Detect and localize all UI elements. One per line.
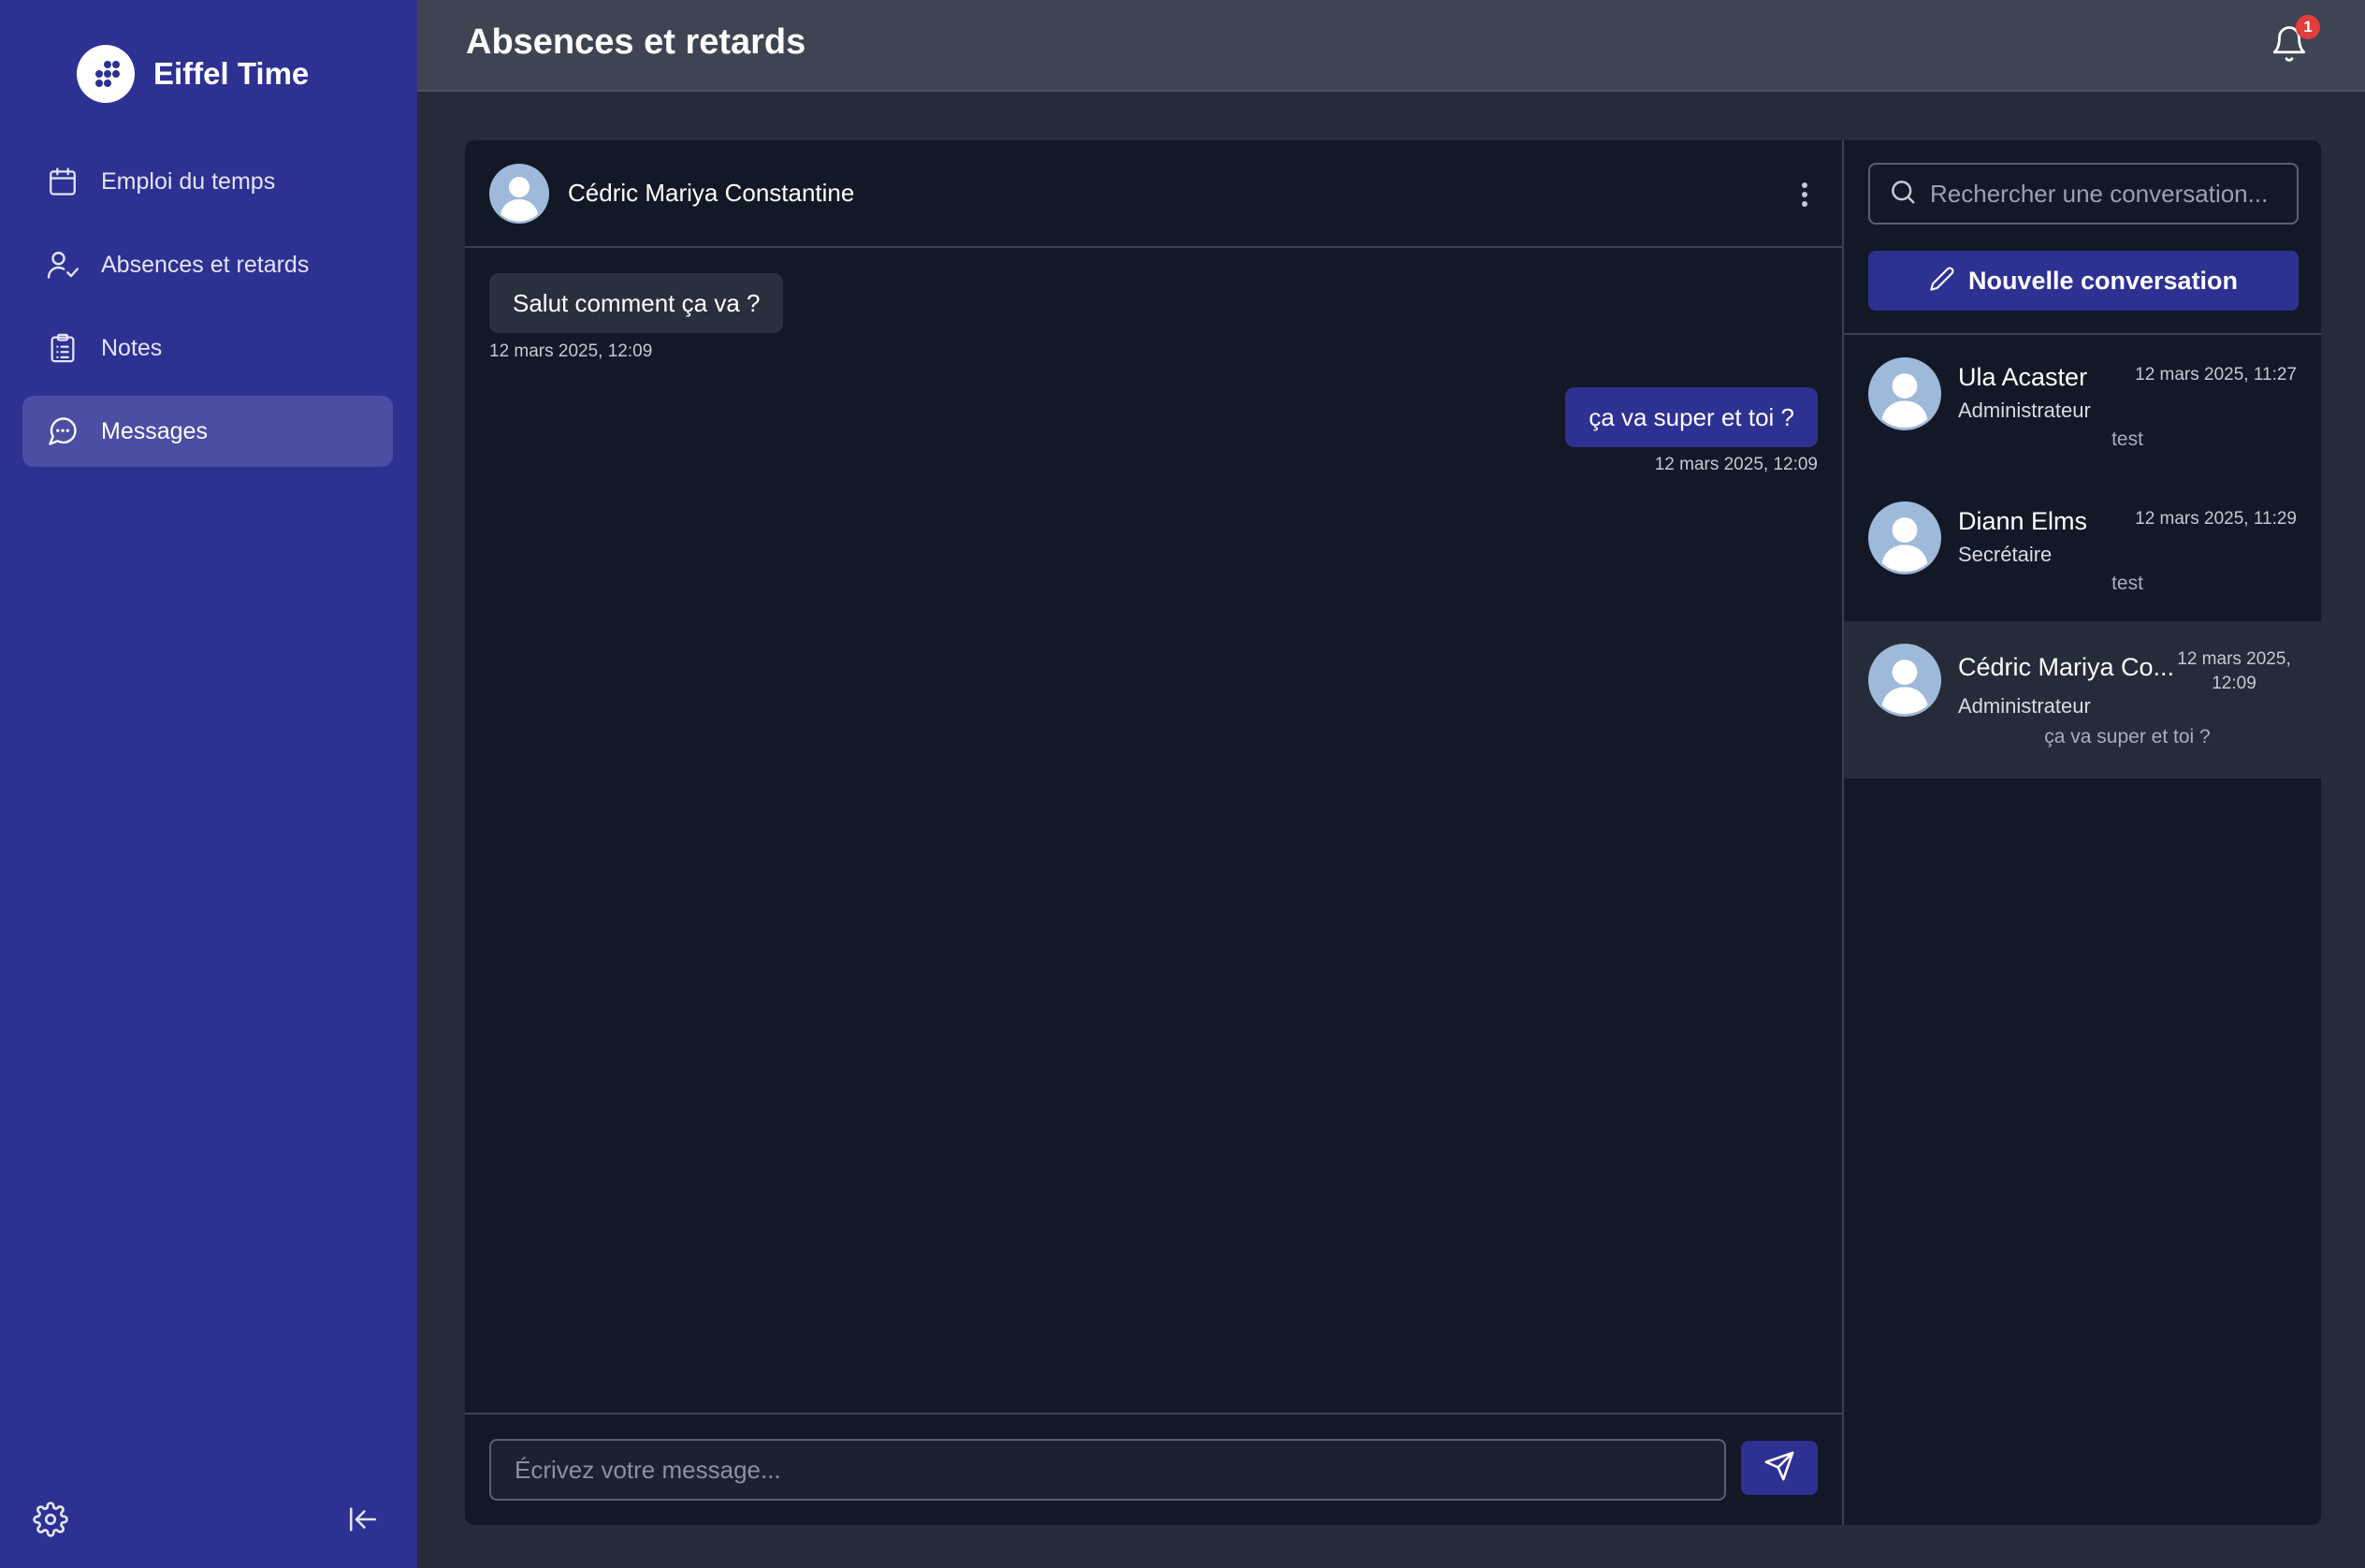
chat-contact-name: Cédric Mariya Constantine bbox=[568, 179, 855, 207]
top-header: Absences et retards 1 bbox=[417, 0, 2365, 92]
sidebar-item-label: Emploi du temps bbox=[101, 167, 276, 195]
brand-name: Eiffel Time bbox=[153, 56, 310, 91]
conversation-preview: test bbox=[2111, 428, 2143, 450]
sidebar: Eiffel Time Emploi du temps Absences et … bbox=[0, 0, 417, 1568]
conversation-time-hour: 12:09 bbox=[2212, 674, 2256, 693]
conversation-item[interactable]: Ula Acaster Administrateur 12 mars 2025,… bbox=[1844, 335, 2321, 486]
conversation-name: Cédric Mariya Co... bbox=[1958, 653, 2175, 681]
conversation-role: Administrateur bbox=[1958, 399, 2091, 422]
search-box[interactable] bbox=[1868, 163, 2299, 225]
conversation-role: Secrétaire bbox=[1958, 543, 2053, 566]
avatar bbox=[1868, 501, 1941, 574]
conversation-item[interactable]: Diann Elms Secrétaire 12 mars 2025, 11:2… bbox=[1844, 479, 2321, 631]
sidebar-item-messages[interactable]: Messages bbox=[22, 396, 393, 467]
message-bubble-incoming: Salut comment ça va ? bbox=[489, 273, 784, 333]
new-conversation-button[interactable]: Nouvelle conversation bbox=[1868, 251, 2299, 311]
notification-badge: 1 bbox=[2296, 15, 2320, 39]
message-timestamp: 12 mars 2025, 12:09 bbox=[489, 341, 653, 361]
sidebar-item-label: Absences et retards bbox=[101, 251, 310, 278]
collapse-sidebar-icon[interactable] bbox=[342, 1501, 384, 1538]
calendar-icon bbox=[45, 164, 80, 199]
chat-header: Cédric Mariya Constantine bbox=[465, 140, 1842, 248]
conversation-role: Administrateur bbox=[1958, 694, 2091, 718]
page-title: Absences et retards bbox=[466, 22, 806, 62]
sidebar-item-label: Notes bbox=[101, 334, 163, 361]
brand[interactable]: Eiffel Time bbox=[77, 45, 309, 103]
search-icon bbox=[1889, 178, 1917, 211]
conversation-name: Diann Elms bbox=[1958, 507, 2088, 535]
sidebar-item-label: Messages bbox=[101, 417, 208, 444]
conversation-name: Ula Acaster bbox=[1958, 363, 2088, 391]
chat-panel: Cédric Mariya Constantine Salut comment … bbox=[465, 140, 1842, 1525]
new-conversation-label: Nouvelle conversation bbox=[1967, 266, 2239, 295]
conversation-time: 12 mars 2025, 11:29 bbox=[2135, 509, 2297, 529]
message-timestamp: 12 mars 2025, 12:09 bbox=[1654, 455, 1818, 474]
conversation-item-active[interactable]: Cédric Mariya Co... Administrateur 12 ma… bbox=[1844, 621, 2321, 778]
conversation-time: 12 mars 2025, 12:09 bbox=[2164, 647, 2304, 696]
avatar bbox=[489, 163, 549, 224]
pencil-icon bbox=[1929, 266, 1955, 297]
conversation-preview: test bbox=[2111, 573, 2143, 594]
user-check-icon bbox=[45, 247, 80, 283]
message-composer bbox=[465, 1413, 1842, 1525]
avatar bbox=[1868, 644, 1941, 717]
conversation-preview: ça va super et toi ? bbox=[2044, 726, 2211, 748]
conversations-panel: Nouvelle conversation Ula Acaster Admini… bbox=[1842, 140, 2321, 1525]
clipboard-icon bbox=[45, 330, 80, 366]
conversation-time-date: 12 mars 2025, bbox=[2177, 649, 2291, 669]
more-vertical-icon[interactable] bbox=[1795, 178, 1814, 211]
send-button[interactable] bbox=[1741, 1441, 1818, 1495]
send-icon bbox=[1763, 1450, 1795, 1487]
brand-logo-icon bbox=[77, 45, 135, 103]
sidebar-item-emploi-du-temps[interactable]: Emploi du temps bbox=[22, 146, 393, 217]
sidebar-item-notes[interactable]: Notes bbox=[22, 312, 393, 384]
sidebar-nav: Emploi du temps Absences et retards Note… bbox=[22, 146, 393, 479]
message-input[interactable] bbox=[489, 1439, 1726, 1501]
message-bubble-outgoing: ça va super et toi ? bbox=[1565, 387, 1818, 447]
conversation-time: 12 mars 2025, 11:27 bbox=[2135, 365, 2297, 385]
message-circle-icon bbox=[45, 414, 80, 449]
sidebar-item-absences[interactable]: Absences et retards bbox=[22, 229, 393, 300]
avatar bbox=[1868, 357, 1941, 430]
search-input[interactable] bbox=[1930, 179, 2285, 209]
settings-icon[interactable] bbox=[32, 1501, 69, 1538]
